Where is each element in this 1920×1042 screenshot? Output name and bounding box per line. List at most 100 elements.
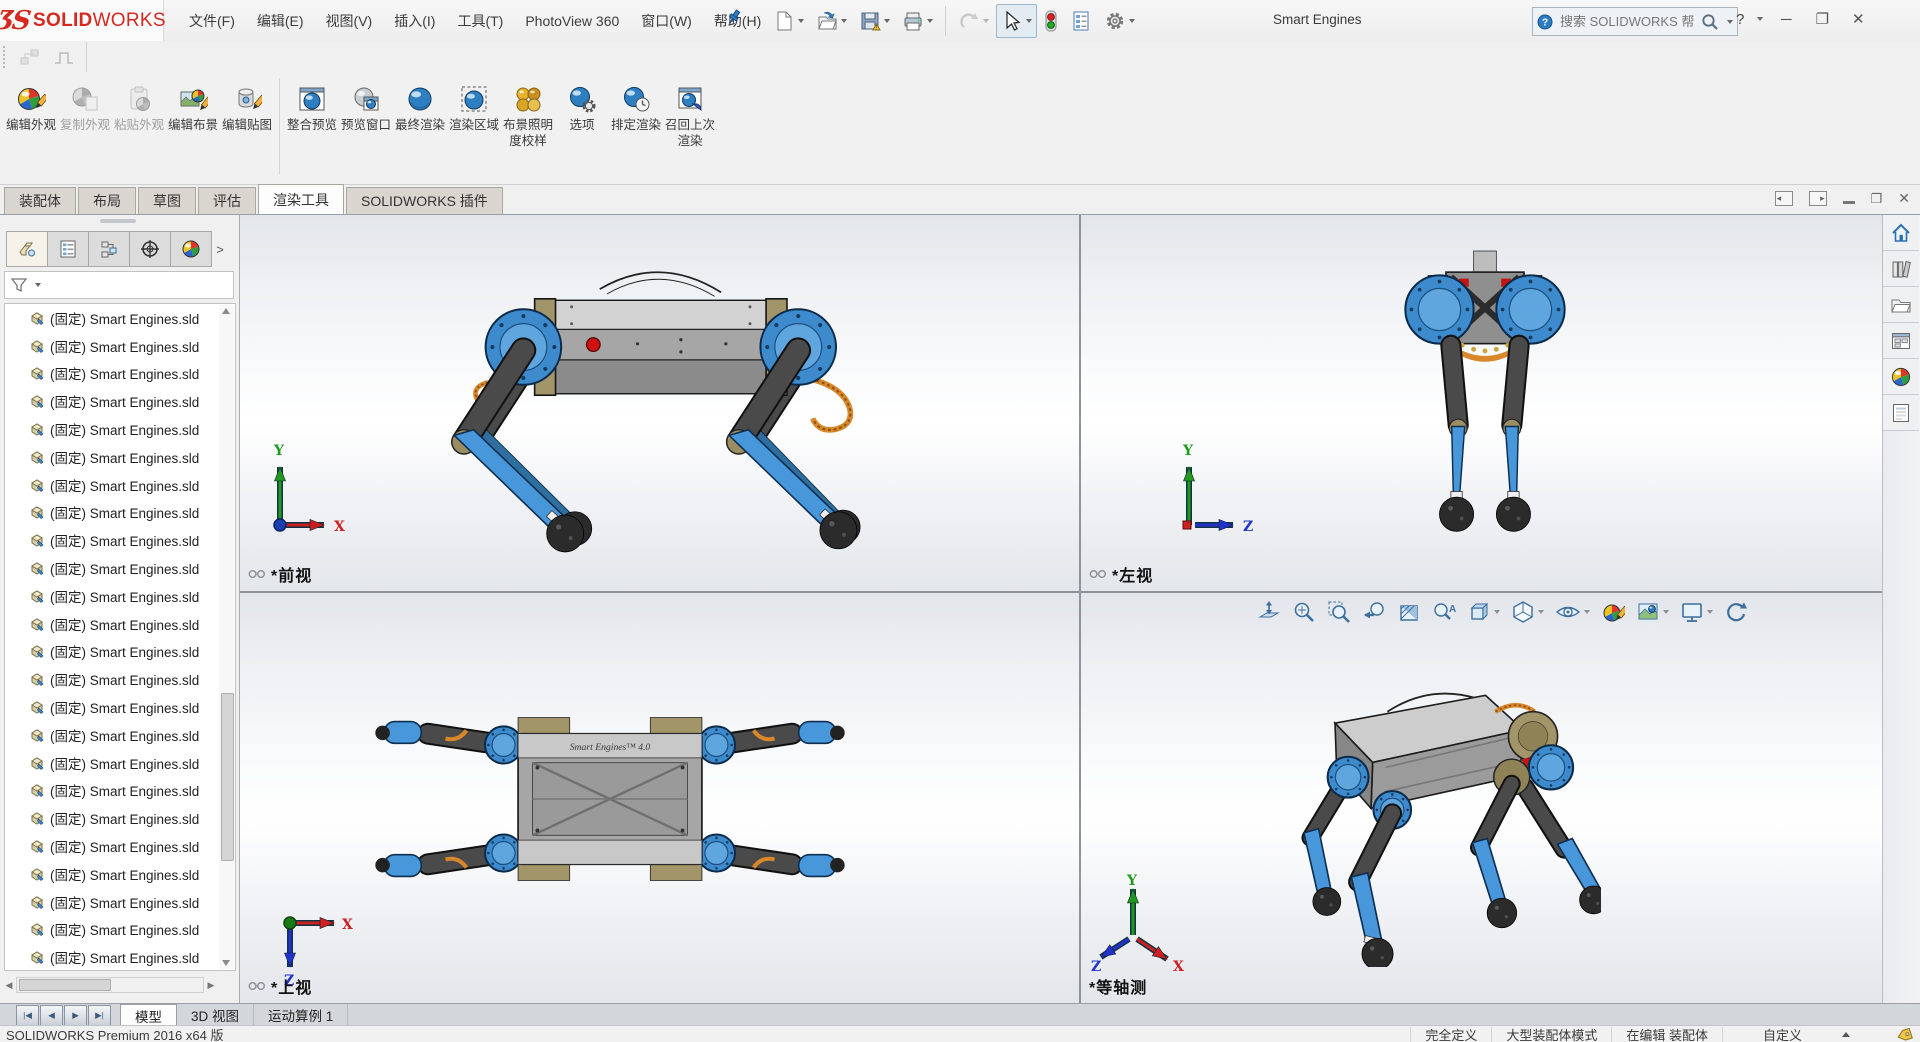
ribbon-button-edit-appearance[interactable]: 编辑外观 bbox=[4, 72, 58, 133]
search-icon[interactable] bbox=[1701, 13, 1719, 31]
new-document-button[interactable] bbox=[768, 4, 809, 38]
magnify-icon[interactable] bbox=[1325, 598, 1353, 626]
dock-left-icon[interactable]: ◂ bbox=[1775, 191, 1793, 206]
ribbon-button-edit-scene[interactable]: 编辑布景 bbox=[166, 72, 220, 133]
scroll-down-icon[interactable] bbox=[222, 960, 230, 966]
design-report-button[interactable] bbox=[1065, 4, 1097, 38]
disabled-tool-icon-1[interactable] bbox=[13, 40, 47, 74]
tab-nav-last-icon[interactable]: ▶| bbox=[88, 1005, 111, 1026]
tab-nav-next-icon[interactable]: ▶ bbox=[64, 1005, 87, 1026]
viewport-left[interactable]: YZ*左视 bbox=[1081, 215, 1882, 591]
tree-item-0[interactable]: (固定) Smart Engines.sld bbox=[5, 304, 235, 332]
scrollbar-thumb[interactable] bbox=[221, 693, 234, 861]
doc-tab-motion-study-1[interactable]: 运动算例 1 bbox=[254, 1004, 348, 1026]
search-caret-icon[interactable] bbox=[1727, 20, 1733, 24]
tree-item-22[interactable]: (固定) Smart Engines.sld bbox=[5, 916, 235, 944]
zoom-to-area-icon[interactable] bbox=[1290, 598, 1318, 626]
help-button[interactable]: ? bbox=[1736, 11, 1744, 28]
tab-nav-first-icon[interactable]: |◀ bbox=[16, 1005, 39, 1026]
tree-item-1[interactable]: (固定) Smart Engines.sld bbox=[5, 332, 235, 360]
select-button[interactable] bbox=[996, 4, 1037, 38]
toolbar-grip[interactable] bbox=[2, 45, 7, 69]
dock-right-icon[interactable]: ▸ bbox=[1809, 191, 1827, 206]
filter-caret-icon[interactable] bbox=[35, 283, 41, 287]
tree-horizontal-scrollbar[interactable]: ◀ ▶ bbox=[2, 975, 218, 995]
menu-item-view[interactable]: 视图(V) bbox=[315, 0, 384, 41]
rotate-view-icon[interactable] bbox=[1722, 598, 1750, 626]
tree-item-20[interactable]: (固定) Smart Engines.sld bbox=[5, 860, 235, 888]
ribbon-button-scene-illumination-proof[interactable]: 布景照明度校样 bbox=[501, 72, 555, 150]
configurationmanager-tab[interactable] bbox=[88, 231, 130, 267]
tree-item-5[interactable]: (固定) Smart Engines.sld bbox=[5, 443, 235, 471]
ribbon-button-edit-decal[interactable]: 编辑贴图 bbox=[220, 72, 274, 133]
previous-view-icon[interactable] bbox=[1360, 598, 1388, 626]
ribbon-button-render-region[interactable]: 渲染区域 bbox=[447, 72, 501, 133]
tree-item-6[interactable]: (固定) Smart Engines.sld bbox=[5, 471, 235, 499]
hscroll-thumb[interactable] bbox=[19, 979, 111, 991]
tag-icon[interactable] bbox=[1896, 1027, 1914, 1042]
tab-render-tools[interactable]: 渲染工具 bbox=[258, 184, 344, 214]
minimize-button[interactable]: ─ bbox=[1773, 11, 1799, 28]
viewport-top[interactable]: Smart Engines™ 4.0 XZ*上视 bbox=[240, 593, 1079, 1003]
menu-item-file[interactable]: 文件(F) bbox=[178, 0, 246, 41]
ribbon-button-paste-appearance[interactable]: 粘贴外观 bbox=[112, 72, 166, 133]
tree-item-15[interactable]: (固定) Smart Engines.sld bbox=[5, 721, 235, 749]
hscroll-track[interactable] bbox=[16, 977, 204, 993]
ribbon-button-options[interactable]: 选项 bbox=[555, 72, 609, 133]
help-caret-icon[interactable] bbox=[1757, 17, 1763, 21]
ribbon-button-preview-window[interactable]: 预览窗口 bbox=[339, 72, 393, 133]
annotation-view-icon[interactable]: A bbox=[1430, 598, 1458, 626]
disabled-tool-icon-2[interactable] bbox=[47, 40, 81, 74]
propertymanager-tab[interactable] bbox=[47, 231, 89, 267]
dimxpertmanager-tab[interactable] bbox=[129, 231, 171, 267]
scroll-right-icon[interactable]: ▶ bbox=[204, 978, 218, 992]
custom-properties-icon[interactable] bbox=[1883, 395, 1919, 431]
help-search-box[interactable]: ? bbox=[1532, 7, 1738, 36]
tree-item-13[interactable]: (固定) Smart Engines.sld bbox=[5, 665, 235, 693]
display-style-icon[interactable] bbox=[1509, 598, 1546, 626]
tree-item-7[interactable]: (固定) Smart Engines.sld bbox=[5, 499, 235, 527]
panel-tab-overflow-chevron[interactable]: > bbox=[211, 232, 229, 266]
menu-item-photoview-360[interactable]: PhotoView 360 bbox=[514, 0, 630, 41]
menu-item-insert[interactable]: 插入(I) bbox=[383, 0, 446, 41]
menu-item-window[interactable]: 窗口(W) bbox=[630, 0, 703, 41]
tree-item-16[interactable]: (固定) Smart Engines.sld bbox=[5, 749, 235, 777]
child-restore-button[interactable]: ❐ bbox=[1871, 191, 1883, 207]
design-library-icon[interactable] bbox=[1883, 251, 1919, 287]
search-input[interactable] bbox=[1558, 13, 1696, 30]
doc-tab-3d-views[interactable]: 3D 视图 bbox=[177, 1004, 254, 1026]
tree-item-14[interactable]: (固定) Smart Engines.sld bbox=[5, 693, 235, 721]
displaymanager-tab[interactable] bbox=[170, 231, 212, 267]
tree-item-12[interactable]: (固定) Smart Engines.sld bbox=[5, 638, 235, 666]
menu-item-tools[interactable]: 工具(T) bbox=[446, 0, 514, 41]
ribbon-button-recall-last-render[interactable]: 召回上次渲染 bbox=[663, 72, 717, 150]
tree-item-10[interactable]: (固定) Smart Engines.sld bbox=[5, 582, 235, 610]
interference-lights-button[interactable] bbox=[1039, 4, 1063, 38]
ribbon-button-integrated-preview[interactable]: 整合预览 bbox=[285, 72, 339, 133]
pin-icon[interactable] bbox=[726, 8, 742, 26]
tree-item-19[interactable]: (固定) Smart Engines.sld bbox=[5, 832, 235, 860]
tab-sketch[interactable]: 草图 bbox=[138, 187, 196, 214]
tree-item-23[interactable]: (固定) Smart Engines.sld bbox=[5, 943, 235, 971]
home-icon[interactable] bbox=[1883, 215, 1919, 251]
tree-item-3[interactable]: (固定) Smart Engines.sld bbox=[5, 387, 235, 415]
section-view-icon[interactable] bbox=[1395, 598, 1423, 626]
view-orientation-icon[interactable] bbox=[1465, 598, 1502, 626]
open-button[interactable] bbox=[811, 4, 852, 38]
featuremanager-tab[interactable] bbox=[6, 231, 48, 267]
view-settings-icon[interactable] bbox=[1678, 598, 1715, 626]
tree-item-9[interactable]: (固定) Smart Engines.sld bbox=[5, 554, 235, 582]
tree-item-2[interactable]: (固定) Smart Engines.sld bbox=[5, 360, 235, 388]
apply-scene-icon[interactable] bbox=[1634, 598, 1671, 626]
tree-vertical-scrollbar[interactable] bbox=[219, 305, 234, 969]
tree-item-4[interactable]: (固定) Smart Engines.sld bbox=[5, 415, 235, 443]
tab-nav-prev-icon[interactable]: ◀ bbox=[40, 1005, 63, 1026]
status-expand-icon[interactable] bbox=[1842, 1032, 1850, 1037]
tree-item-17[interactable]: (固定) Smart Engines.sld bbox=[5, 777, 235, 805]
viewport-isometric[interactable]: YXZ*等轴测A bbox=[1081, 593, 1882, 1003]
viewport-front[interactable]: YX*前视 bbox=[240, 215, 1079, 591]
tree-item-21[interactable]: (固定) Smart Engines.sld bbox=[5, 888, 235, 916]
panel-splitter-handle[interactable] bbox=[100, 219, 136, 223]
child-minimize-button[interactable] bbox=[1843, 201, 1855, 204]
child-close-button[interactable]: ✕ bbox=[1898, 190, 1910, 207]
